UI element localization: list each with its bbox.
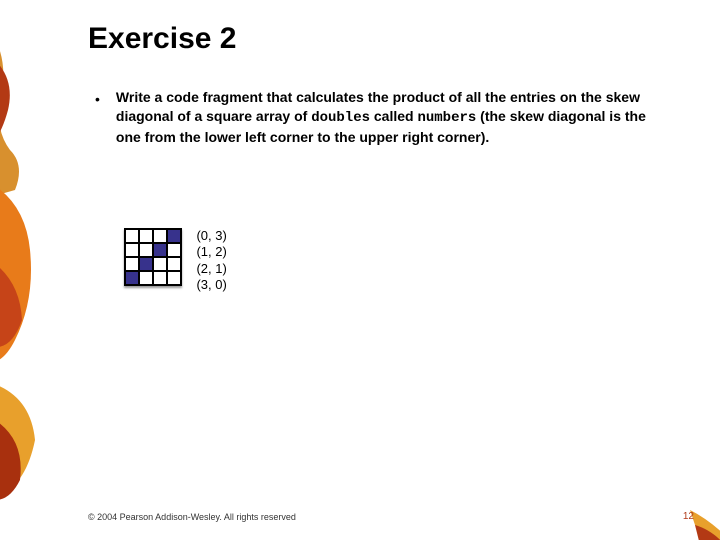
coord-item: (2, 1)	[196, 261, 226, 277]
decorative-leaves	[0, 0, 720, 540]
coord-item: (1, 2)	[196, 244, 226, 260]
grid-row	[125, 243, 181, 257]
cell-3-3	[167, 271, 181, 285]
cell-3-2	[153, 271, 167, 285]
bullet-dot: •	[95, 88, 100, 110]
cell-1-3	[167, 243, 181, 257]
cell-2-2	[153, 257, 167, 271]
cell-0-2	[153, 229, 167, 243]
code-doubles: doubles	[311, 110, 370, 126]
coordinate-list: (0, 3) (1, 2) (2, 1) (3, 0)	[196, 228, 226, 293]
cell-2-3	[167, 257, 181, 271]
body-text: Write a code fragment that calculates th…	[116, 88, 655, 147]
cell-1-1	[139, 243, 153, 257]
bullet-block: • Write a code fragment that calculates …	[95, 88, 655, 147]
skew-diagonal-grid	[124, 228, 182, 286]
cell-3-1	[139, 271, 153, 285]
cell-0-0	[125, 229, 139, 243]
cell-2-1	[139, 257, 153, 271]
coord-item: (0, 3)	[196, 228, 226, 244]
page-number: 12	[683, 511, 694, 522]
copyright-footer: © 2004 Pearson Addison-Wesley. All right…	[88, 512, 296, 522]
cell-1-2	[153, 243, 167, 257]
cell-3-0	[125, 271, 139, 285]
grid-row	[125, 257, 181, 271]
cell-0-1	[139, 229, 153, 243]
grid-row	[125, 229, 181, 243]
cell-2-0	[125, 257, 139, 271]
grid-figure: (0, 3) (1, 2) (2, 1) (3, 0)	[124, 228, 227, 293]
cell-1-0	[125, 243, 139, 257]
slide-title: Exercise 2	[88, 22, 236, 56]
cell-0-3	[167, 229, 181, 243]
grid-row	[125, 271, 181, 285]
code-numbers: numbers	[417, 110, 476, 126]
coord-item: (3, 0)	[196, 277, 226, 293]
